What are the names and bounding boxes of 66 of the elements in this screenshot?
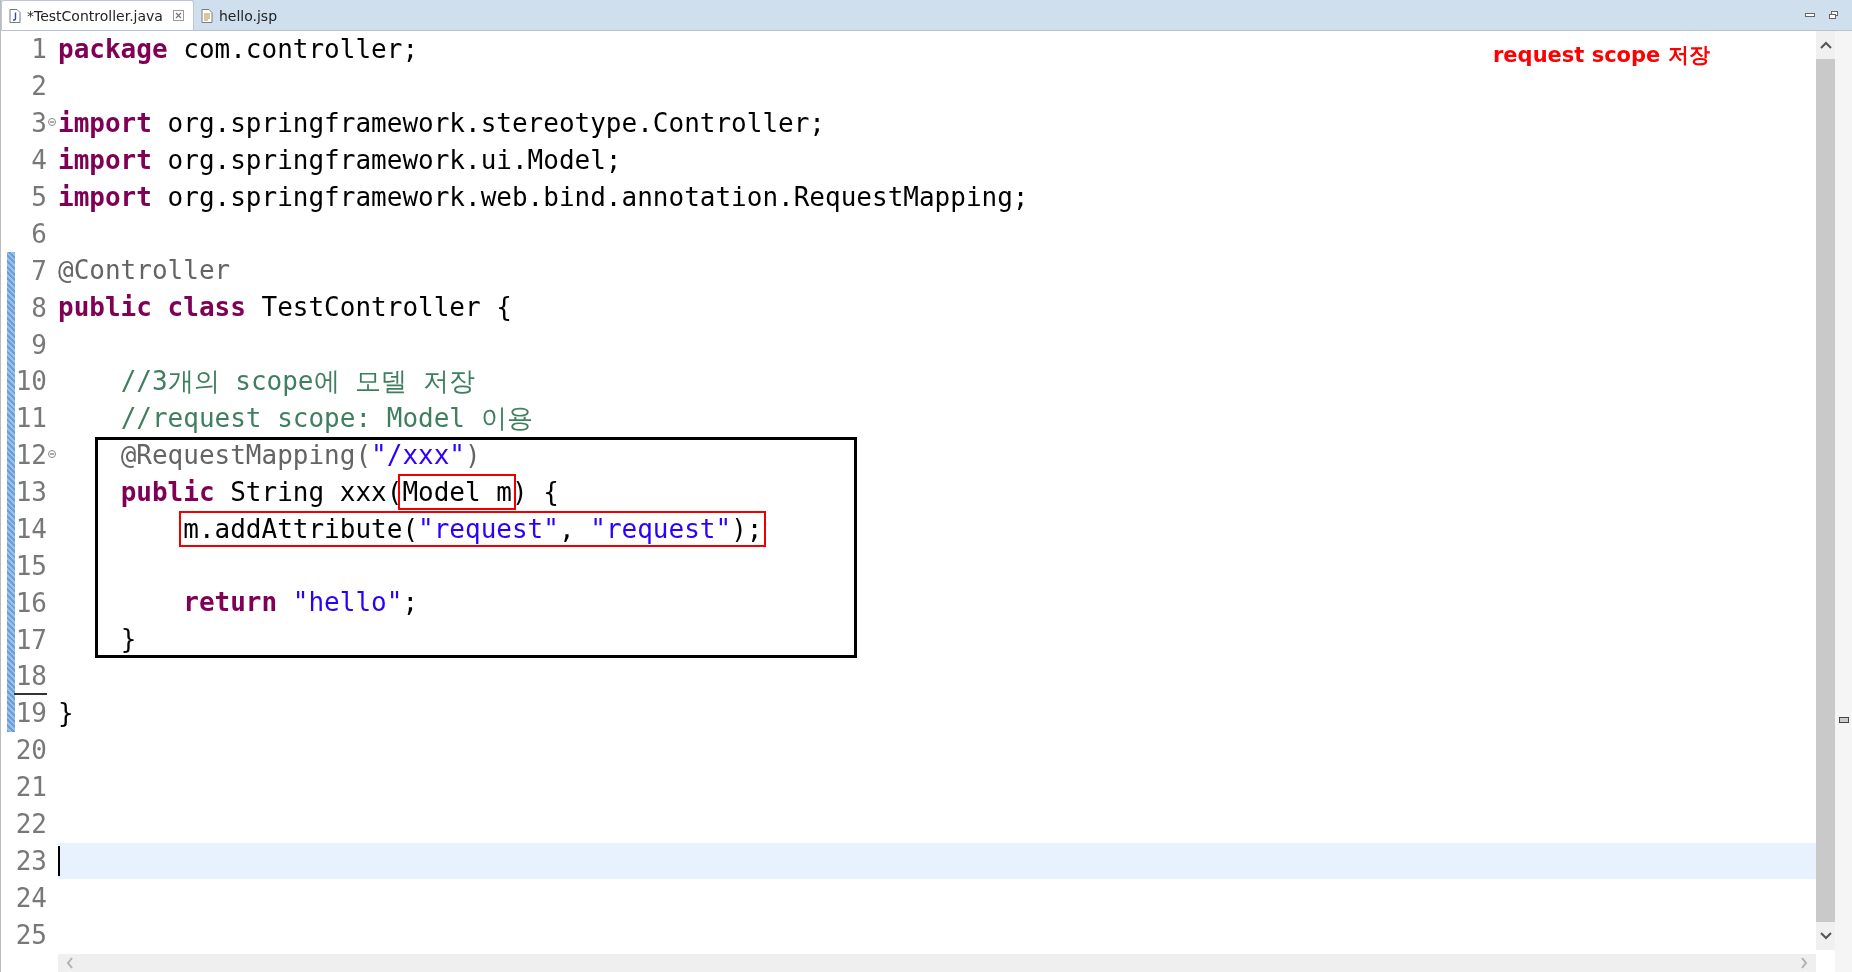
- editor-tab[interactable]: hello.jsp: [193, 1, 287, 30]
- highlighted-code: m.addAttribute("request", "request");: [179, 511, 767, 547]
- line-number: 2: [31, 70, 47, 104]
- code-text: @Controller: [58, 254, 231, 288]
- overview-marker[interactable]: [1839, 717, 1849, 723]
- line-number: 5: [31, 181, 47, 214]
- scroll-up-icon[interactable]: [1819, 41, 1832, 49]
- line-number: 25: [15, 918, 47, 952]
- code-text: //request scope: Model 이용: [120, 401, 533, 435]
- document-icon: [200, 8, 213, 23]
- line-number: 23: [15, 845, 47, 879]
- code-text: import: [58, 106, 152, 140]
- collapse-icon[interactable]: [48, 449, 56, 458]
- code-text: ): [465, 438, 481, 472]
- line-number: 8: [31, 291, 47, 325]
- highlighted-code: Model m: [398, 474, 516, 511]
- code-text: TestController {: [261, 291, 512, 325]
- code-text: org.springframework.stereotype.Controller;: [167, 106, 826, 140]
- line-number: 11: [15, 402, 47, 436]
- line-number: 7: [31, 254, 47, 288]
- close-icon[interactable]: [172, 10, 184, 21]
- code-text: org.springframework.web.bind.annotation.RequestMapping;: [167, 180, 1029, 214]
- java-file-icon: [9, 8, 21, 23]
- line-number: 13: [15, 476, 47, 510]
- scroll-right-icon[interactable]: [1800, 957, 1808, 969]
- line-number: 10: [15, 365, 47, 399]
- line-number: 18: [13, 658, 47, 695]
- line-number: 12: [15, 439, 47, 473]
- code-text: import: [58, 143, 152, 177]
- code-text: //3개의 scope에 모델 저장: [120, 365, 475, 398]
- line-number: 3: [31, 107, 47, 141]
- line-number: 6: [31, 217, 47, 251]
- code-text: com.controller;: [183, 33, 419, 66]
- horizontal-scrollbar[interactable]: [58, 954, 1816, 972]
- line-number: 19: [15, 697, 47, 731]
- line-number: 17: [15, 623, 47, 657]
- restore-icon[interactable]: [1829, 11, 1838, 19]
- line-number: 1: [31, 33, 47, 67]
- code-text: ;: [402, 586, 419, 620]
- code-text: return: [183, 586, 278, 620]
- collapse-icon[interactable]: [48, 117, 56, 126]
- line-number: 14: [15, 513, 47, 546]
- scroll-down-icon[interactable]: [1819, 932, 1832, 940]
- code-text: "/xxx": [371, 438, 465, 472]
- line-number: 4: [31, 144, 47, 178]
- scroll-left-icon[interactable]: [66, 957, 74, 969]
- annotation-note: request scope 저장: [1493, 42, 1710, 69]
- line-number: 20: [15, 734, 47, 768]
- line-number: 9: [31, 328, 47, 362]
- editor-tab[interactable]: *TestController.java: [1, 0, 194, 30]
- minimize-icon[interactable]: [1805, 12, 1815, 18]
- code-text: import: [58, 180, 152, 214]
- code-text: "hello": [292, 586, 403, 620]
- code-text: public: [120, 475, 215, 509]
- line-number: 22: [15, 808, 47, 842]
- code-text: package: [58, 33, 168, 66]
- line-number: 16: [15, 586, 47, 620]
- line-number: 21: [15, 771, 47, 805]
- code-text: }: [120, 623, 137, 657]
- code-text: public class: [58, 291, 246, 325]
- code-text: org.springframework.ui.Model;: [167, 143, 622, 177]
- code-text: }: [58, 697, 74, 731]
- line-number: 24: [15, 881, 47, 915]
- line-number: 15: [15, 549, 47, 583]
- text-cursor: [58, 846, 60, 877]
- code-text: @RequestMapping(: [120, 438, 372, 472]
